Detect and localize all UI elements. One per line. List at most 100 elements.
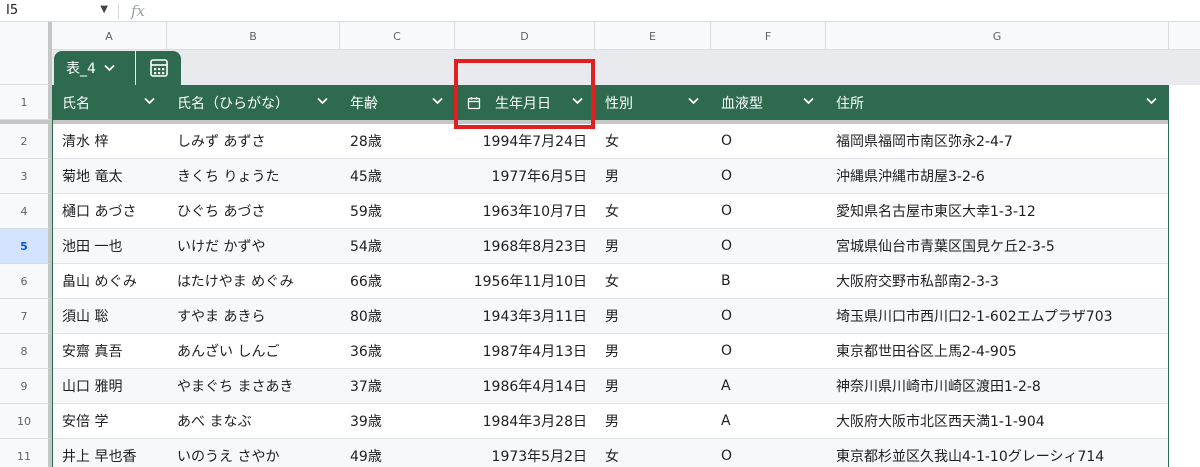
cell-name-hiragana[interactable]: きくち りょうた — [167, 159, 340, 193]
column-header-d[interactable]: D — [455, 22, 595, 50]
row-number[interactable]: 5 — [0, 229, 52, 264]
cell-address[interactable]: 愛知県名古屋市東区大幸1-3-12 — [826, 194, 1169, 228]
row-number[interactable]: 2 — [0, 124, 52, 159]
cell-blood-type[interactable]: A — [711, 369, 826, 403]
cell-address[interactable]: 大阪府交野市私部南2-3-3 — [826, 264, 1169, 298]
cell-age[interactable]: 59歳 — [340, 194, 455, 228]
cell-age[interactable]: 39歳 — [340, 404, 455, 438]
cell-name[interactable]: 清水 梓 — [52, 124, 167, 158]
header-cell-name-hiragana[interactable]: 氏名（ひらがな） — [167, 85, 340, 120]
cell-name[interactable]: 井上 早也香 — [52, 439, 167, 467]
header-cell-age[interactable]: 年齢 — [340, 85, 455, 120]
cell-gender[interactable]: 女 — [595, 264, 711, 298]
cell-birthdate[interactable]: 1986年4月14日 — [455, 369, 595, 403]
cell-birthdate[interactable]: 1994年7月24日 — [455, 124, 595, 158]
chevron-down-icon[interactable] — [144, 95, 155, 108]
cell-gender[interactable]: 女 — [595, 194, 711, 228]
column-header-b[interactable]: B — [167, 22, 340, 50]
cell-age[interactable]: 28歳 — [340, 124, 455, 158]
cell-gender[interactable]: 女 — [595, 439, 711, 467]
cell-name-hiragana[interactable]: すやま あきら — [167, 299, 340, 333]
cell-gender[interactable]: 男 — [595, 334, 711, 368]
cell-gender[interactable]: 男 — [595, 299, 711, 333]
chevron-down-icon[interactable] — [432, 95, 443, 108]
row-number[interactable]: 3 — [0, 159, 52, 194]
cell-address[interactable]: 宮城県仙台市青葉区国見ケ丘2-3-5 — [826, 229, 1169, 263]
chevron-down-icon[interactable] — [803, 95, 814, 108]
cell-name[interactable]: 安齋 真吾 — [52, 334, 167, 368]
cell-birthdate[interactable]: 1956年11月10日 — [455, 264, 595, 298]
cell-name-hiragana[interactable]: いけだ かずや — [167, 229, 340, 263]
cell-gender[interactable]: 男 — [595, 229, 711, 263]
cell-birthdate[interactable]: 1973年5月2日 — [455, 439, 595, 467]
chevron-down-icon[interactable] — [572, 95, 583, 108]
cell-blood-type[interactable]: O — [711, 229, 826, 263]
cell-gender[interactable]: 女 — [595, 124, 711, 158]
cell-birthdate[interactable]: 1968年8月23日 — [455, 229, 595, 263]
cell-name-hiragana[interactable]: いのうえ さやか — [167, 439, 340, 467]
cell-gender[interactable]: 男 — [595, 369, 711, 403]
cell-blood-type[interactable]: O — [711, 124, 826, 158]
cell-birthdate[interactable]: 1987年4月13日 — [455, 334, 595, 368]
cell-age[interactable]: 37歳 — [340, 369, 455, 403]
cell-blood-type[interactable]: B — [711, 264, 826, 298]
cell-address[interactable]: 大阪府大阪市北区西天満1-1-904 — [826, 404, 1169, 438]
cell-birthdate[interactable]: 1963年10月7日 — [455, 194, 595, 228]
chevron-down-icon[interactable] — [688, 95, 699, 108]
row-number[interactable]: 4 — [0, 194, 52, 229]
chevron-down-icon[interactable] — [1146, 95, 1157, 108]
cell-address[interactable]: 東京都世田谷区上馬2-4-905 — [826, 334, 1169, 368]
cell-address[interactable]: 神奈川県川崎市川崎区渡田1-2-8 — [826, 369, 1169, 403]
chevron-down-icon[interactable] — [317, 95, 328, 108]
cell-name-hiragana[interactable]: あんざい しんご — [167, 334, 340, 368]
row-number[interactable]: 10 — [0, 404, 52, 439]
chevron-down-icon[interactable] — [104, 62, 115, 75]
cell-age[interactable]: 80歳 — [340, 299, 455, 333]
cell-name-hiragana[interactable]: やまぐち まさあき — [167, 369, 340, 403]
cell-birthdate[interactable]: 1977年6月5日 — [455, 159, 595, 193]
cell-blood-type[interactable]: O — [711, 159, 826, 193]
cell-blood-type[interactable]: O — [711, 439, 826, 467]
row-number[interactable]: 9 — [0, 369, 52, 404]
cell-name-hiragana[interactable]: あべ まなぶ — [167, 404, 340, 438]
cell-blood-type[interactable]: O — [711, 194, 826, 228]
name-box[interactable]: I5 ▼ — [0, 0, 118, 22]
cell-name[interactable]: 安倍 学 — [52, 404, 167, 438]
cell-name[interactable]: 山口 雅明 — [52, 369, 167, 403]
header-cell-gender[interactable]: 性別 — [595, 85, 711, 120]
column-header-a[interactable]: A — [52, 22, 167, 50]
cell-address[interactable]: 東京都杉並区久我山4-1-10グレーシィ714 — [826, 439, 1169, 467]
cell-name[interactable]: 菊地 竜太 — [52, 159, 167, 193]
cell-age[interactable]: 66歳 — [340, 264, 455, 298]
header-cell-birthdate[interactable]: 生年月日 — [455, 85, 595, 120]
header-cell-blood-type[interactable]: 血液型 — [711, 85, 826, 120]
row-number[interactable]: 7 — [0, 299, 52, 334]
row-number[interactable]: 6 — [0, 264, 52, 299]
column-header-f[interactable]: F — [711, 22, 826, 50]
cell-gender[interactable]: 男 — [595, 159, 711, 193]
chevron-down-icon[interactable]: ▼ — [100, 4, 108, 15]
cell-blood-type[interactable]: O — [711, 299, 826, 333]
column-header-e[interactable]: E — [595, 22, 711, 50]
cell-gender[interactable]: 男 — [595, 404, 711, 438]
cell-age[interactable]: 54歳 — [340, 229, 455, 263]
cell-name[interactable]: 須山 聡 — [52, 299, 167, 333]
cell-age[interactable]: 36歳 — [340, 334, 455, 368]
cell-address[interactable]: 沖縄県沖縄市胡屋3-2-6 — [826, 159, 1169, 193]
cell-birthdate[interactable]: 1943年3月11日 — [455, 299, 595, 333]
table-view-button[interactable] — [136, 51, 181, 85]
cell-blood-type[interactable]: O — [711, 334, 826, 368]
cell-name[interactable]: 池田 一也 — [52, 229, 167, 263]
cell-name-hiragana[interactable]: しみず あずさ — [167, 124, 340, 158]
column-header-c[interactable]: C — [340, 22, 455, 50]
row-number[interactable]: 8 — [0, 334, 52, 369]
cell-name[interactable]: 畠山 めぐみ — [52, 264, 167, 298]
cell-address[interactable]: 埼玉県川口市西川口2-1-602エムプラザ703 — [826, 299, 1169, 333]
column-header-g[interactable]: G — [826, 22, 1169, 50]
cell-age[interactable]: 45歳 — [340, 159, 455, 193]
cell-blood-type[interactable]: A — [711, 404, 826, 438]
row-number[interactable]: 1 — [0, 85, 52, 120]
cell-address[interactable]: 福岡県福岡市南区弥永2-4-7 — [826, 124, 1169, 158]
cell-name-hiragana[interactable]: はたけやま めぐみ — [167, 264, 340, 298]
cell-name-hiragana[interactable]: ひぐち あづさ — [167, 194, 340, 228]
